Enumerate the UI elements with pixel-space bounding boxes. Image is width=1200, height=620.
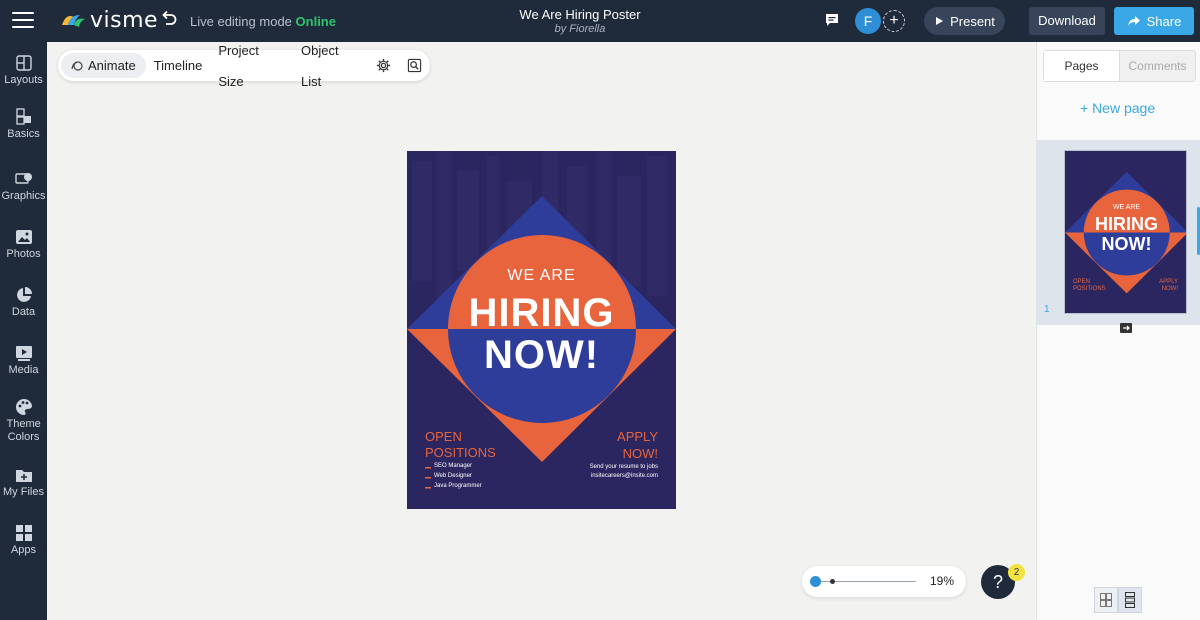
thumb-positions: POSITIONS <box>1073 286 1106 292</box>
share-button[interactable]: Share <box>1114 7 1194 35</box>
poster-open[interactable]: OPEN <box>425 429 462 444</box>
add-collaborator-icon[interactable]: + <box>883 10 905 32</box>
poster-email[interactable]: insitecareers@insite.com <box>557 473 658 479</box>
avatar[interactable]: F <box>855 8 881 34</box>
page-number: 1 <box>1044 304 1050 315</box>
sidebar-item-label: Graphics <box>1 190 46 202</box>
comment-icon[interactable] <box>824 12 840 28</box>
thumb-now: NOW! <box>1101 234 1152 254</box>
search-icon <box>407 58 422 73</box>
tab-comments[interactable]: Comments <box>1120 51 1195 81</box>
document-author: by Fiorella <box>554 23 606 35</box>
poster-canvas[interactable]: WE ARE HIRING NOW! OPEN POSITIONS SEO Ma… <box>407 151 676 509</box>
hamburger-menu-icon[interactable] <box>12 12 34 30</box>
online-status: Online <box>295 14 336 29</box>
thumb-open: OPEN <box>1073 279 1091 285</box>
sidebar-item-graphics[interactable]: Graphics <box>0 170 47 203</box>
logo-text: visme <box>90 8 159 33</box>
view-toggle <box>1094 587 1142 613</box>
zoom-out-handle[interactable] <box>810 576 821 587</box>
object-list-button[interactable]: Object List <box>293 43 368 89</box>
thumb-hiring: HIRING <box>1095 214 1158 234</box>
sidebar-item-label: Media <box>8 364 39 376</box>
sidebar-item-media[interactable]: Media <box>0 344 47 377</box>
present-label: Present <box>950 13 995 29</box>
pages-tabs: Pages Comments <box>1043 50 1196 82</box>
duplicate-page-icon[interactable] <box>1119 322 1133 334</box>
settings-button[interactable] <box>368 50 399 81</box>
timeline-button[interactable]: Timeline <box>146 50 211 81</box>
tab-pages[interactable]: Pages <box>1044 51 1120 81</box>
page-thumbnail[interactable]: WE ARE HIRING NOW! OPEN POSITIONS APPLY … <box>1064 150 1187 314</box>
photos-icon <box>15 230 32 244</box>
document-title[interactable]: We Are Hiring Poster <box>480 7 680 22</box>
sidebar-item-photos[interactable]: Photos <box>0 228 47 261</box>
edit-mode-label: Live editing mode <box>190 14 292 29</box>
folder-icon <box>15 470 32 482</box>
share-label: Share <box>1146 13 1182 29</box>
grid-view-button[interactable] <box>1094 587 1118 613</box>
animate-button[interactable]: Animate <box>61 53 146 78</box>
sidebar-item-data[interactable]: Data <box>0 286 47 319</box>
poster-now[interactable]: NOW! <box>407 333 676 378</box>
poster-apply-now[interactable]: NOW! <box>567 446 658 461</box>
pages-panel: Pages Comments <box>1036 42 1200 620</box>
edit-mode-status: Live editing mode Online <box>190 14 336 29</box>
media-icon <box>15 346 32 361</box>
list-view-button[interactable] <box>1118 587 1142 613</box>
palette-icon <box>15 398 32 415</box>
canvas-toolbar: Animate Timeline Project Size Object Lis… <box>58 43 430 89</box>
sidebar-item-label: Photos <box>6 248 41 260</box>
animate-icon <box>71 60 83 71</box>
sidebar-item-basics[interactable]: Basics <box>0 108 47 141</box>
thumb-apply: APPLY <box>1159 279 1178 285</box>
help-notification-badge: 2 <box>1008 564 1025 581</box>
graphics-icon <box>14 173 32 184</box>
sidebar-item-apps[interactable]: Apps <box>0 524 47 557</box>
layouts-icon <box>15 55 32 71</box>
play-icon <box>936 17 944 25</box>
new-page-button[interactable]: + New page <box>1080 100 1155 116</box>
search-objects-button[interactable] <box>399 50 430 81</box>
present-button[interactable]: Present <box>924 7 1005 35</box>
share-icon <box>1127 16 1140 26</box>
apps-icon <box>15 525 32 541</box>
grid-view-icon <box>1100 593 1112 607</box>
zoom-control: 19% <box>802 566 966 597</box>
sidebar-item-theme-colors[interactable]: Theme Colors <box>0 398 47 444</box>
sidebar-item-label: Data <box>11 306 36 318</box>
data-icon <box>16 287 32 302</box>
poster-positions[interactable]: POSITIONS <box>425 445 496 460</box>
sidebar-item-layouts[interactable]: Layouts <box>0 54 47 87</box>
thumb-we-are: WE ARE <box>1112 204 1141 211</box>
position-item[interactable]: Java Programmer <box>434 483 482 489</box>
sidebar-item-label: Layouts <box>4 74 43 86</box>
thumb-apply-now: NOW! <box>1161 286 1178 292</box>
position-item[interactable]: Web Designer <box>434 473 472 479</box>
basics-icon <box>15 108 31 125</box>
project-size-button[interactable]: Project Size <box>210 43 293 89</box>
sidebar-item-my-files[interactable]: My Files <box>0 466 47 499</box>
sidebar-item-label: Basics <box>7 128 40 140</box>
poster-hiring[interactable]: HIRING <box>407 291 676 336</box>
sidebar-item-label: My Files <box>3 486 44 498</box>
undo-icon[interactable] <box>160 10 178 28</box>
poster-we-are[interactable]: WE ARE <box>407 267 676 285</box>
top-bar: visme Live editing mode Online We Are Hi… <box>0 0 1200 42</box>
zoom-level[interactable]: 19% <box>930 574 954 588</box>
sidebar-item-label: Theme Colors <box>6 418 41 443</box>
poster-apply[interactable]: APPLY <box>567 429 658 444</box>
poster-send-text[interactable]: Send your resume to jobs <box>557 464 658 470</box>
gear-icon <box>376 58 391 73</box>
sidebar-item-label: Apps <box>10 544 37 556</box>
zoom-slider-knob[interactable] <box>830 579 835 584</box>
animate-label: Animate <box>88 58 136 73</box>
left-sidebar: Layouts Basics Graphics Photos Data Medi… <box>0 42 47 620</box>
visme-logo[interactable]: visme <box>60 8 158 33</box>
visme-logo-icon <box>62 14 85 27</box>
list-view-icon <box>1125 592 1135 608</box>
position-item[interactable]: SEO Manager <box>434 463 472 469</box>
download-button[interactable]: Download <box>1029 7 1105 35</box>
